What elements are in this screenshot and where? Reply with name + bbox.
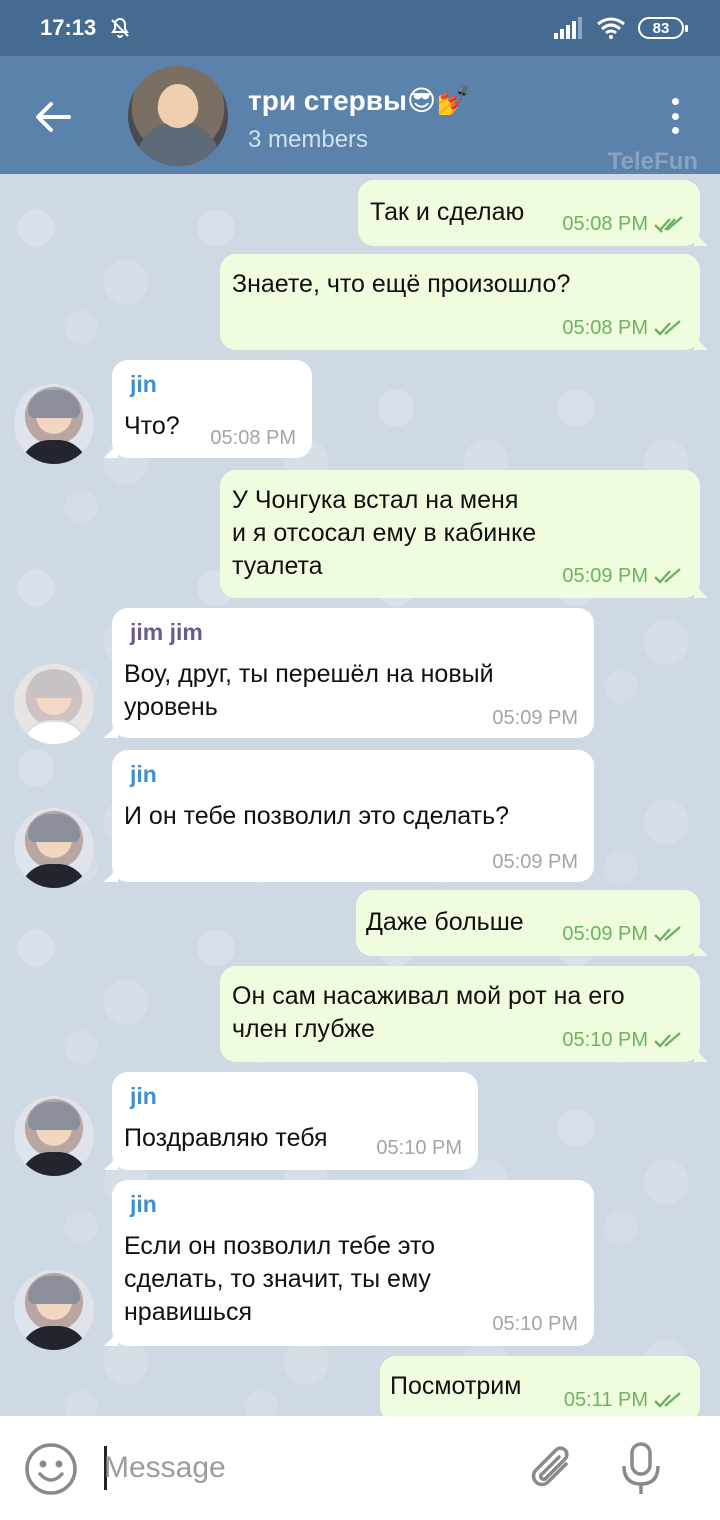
message-text: Даже больше xyxy=(366,908,524,936)
avatar-jim-jim[interactable] xyxy=(14,664,94,744)
message-composer xyxy=(0,1416,720,1520)
double-check-icon xyxy=(654,319,681,336)
emoji-icon[interactable] xyxy=(24,1442,78,1496)
battery-icon: 83 xyxy=(638,17,688,39)
chat-title[interactable]: три стервы😎💅 xyxy=(248,84,471,117)
sender-name[interactable]: jin xyxy=(130,368,157,401)
message-time: 05:09 PM xyxy=(492,851,578,873)
more-vertical-icon[interactable] xyxy=(660,94,690,138)
microphone-icon[interactable] xyxy=(614,1440,668,1498)
message-text: Посмотрим xyxy=(390,1372,522,1400)
message-list[interactable]: Так и сделаю 05:08 PM Знаете, что ещё пр… xyxy=(0,174,720,1416)
message-outgoing[interactable]: Так и сделаю 05:08 PM xyxy=(358,180,708,246)
double-check-icon xyxy=(654,1031,681,1048)
message-incoming[interactable]: jim jim Воу, друг, ты перешёл на новый у… xyxy=(104,608,594,738)
message-text: И он тебе позволил это сделать? xyxy=(124,802,510,830)
message-time: 05:10 PM xyxy=(376,1137,462,1159)
status-bar: 17:13 83 xyxy=(0,0,720,56)
message-outgoing[interactable]: Даже больше 05:09 PM xyxy=(356,890,708,956)
message-time: 05:11 PM xyxy=(564,1384,684,1416)
message-outgoing[interactable]: Он сам насаживал мой рот на его член глу… xyxy=(220,966,708,1062)
double-check-icon xyxy=(654,1391,681,1408)
sender-name[interactable]: jin xyxy=(130,1080,157,1113)
message-time: 05:09 PM xyxy=(492,707,578,729)
message-time: 05:08 PM xyxy=(562,312,684,345)
message-time: 05:09 PM xyxy=(562,560,684,593)
double-check-icon xyxy=(654,925,681,942)
message-time: 05:09 PM xyxy=(562,918,684,951)
message-outgoing[interactable]: У Чонгука встал на меня и я отсосал ему … xyxy=(220,470,708,598)
message-incoming[interactable]: jin Если он позволил тебе это сделать, т… xyxy=(104,1180,594,1346)
status-time: 17:13 xyxy=(40,15,97,40)
group-avatar[interactable] xyxy=(128,66,228,166)
watermark: TeleFun xyxy=(607,148,698,175)
chat-header: три стервы😎💅 3 members TeleFun xyxy=(0,56,720,175)
message-text: Воу, друг, ты перешёл на новый уровень xyxy=(124,660,494,721)
sender-name[interactable]: jim jim xyxy=(130,616,203,649)
status-icons: 83 xyxy=(554,17,688,39)
double-check-icon xyxy=(654,567,681,584)
attach-icon[interactable] xyxy=(526,1442,580,1496)
battery-level: 83 xyxy=(652,19,670,37)
message-text: Если он позволил тебе это сделать, то зн… xyxy=(124,1232,436,1326)
avatar-jin[interactable] xyxy=(14,384,94,464)
sender-name[interactable]: jin xyxy=(130,758,157,791)
message-text: Что? xyxy=(124,412,180,440)
message-time: 05:08 PM xyxy=(210,427,296,449)
message-incoming[interactable]: jin И он тебе позволил это сделать? 05:0… xyxy=(104,750,594,882)
avatar-jin[interactable] xyxy=(14,1270,94,1350)
double-check-icon xyxy=(654,215,683,233)
message-incoming[interactable]: jin Поздравляю тебя 05:10 PM xyxy=(104,1072,478,1170)
message-time: 05:10 PM xyxy=(562,1024,684,1057)
message-outgoing[interactable]: Посмотрим 05:11 PM xyxy=(380,1356,700,1416)
avatar-jin[interactable] xyxy=(14,808,94,888)
message-outgoing[interactable]: Знаете, что ещё произошло? 05:08 PM xyxy=(220,254,708,350)
message-input[interactable] xyxy=(104,1440,504,1496)
message-text: Поздравляю тебя xyxy=(124,1124,328,1152)
sender-name[interactable]: jin xyxy=(130,1188,157,1221)
message-text: Знаете, что ещё произошло? xyxy=(232,270,571,298)
chat-subtitle: 3 members xyxy=(248,126,369,153)
message-text: У Чонгука встал на меня и я отсосал ему … xyxy=(232,486,537,580)
avatar-jin[interactable] xyxy=(14,1096,94,1176)
back-button[interactable] xyxy=(30,94,76,140)
bell-off-icon xyxy=(111,17,130,38)
message-incoming[interactable]: jin Что? 05:08 PM xyxy=(104,360,312,458)
message-text: Так и сделаю xyxy=(370,198,525,226)
message-time: 05:10 PM xyxy=(492,1313,578,1335)
message-time: 05:08 PM xyxy=(562,208,684,241)
back-arrow-icon xyxy=(36,102,71,132)
signal-icon xyxy=(554,17,582,39)
wifi-icon xyxy=(597,17,625,39)
